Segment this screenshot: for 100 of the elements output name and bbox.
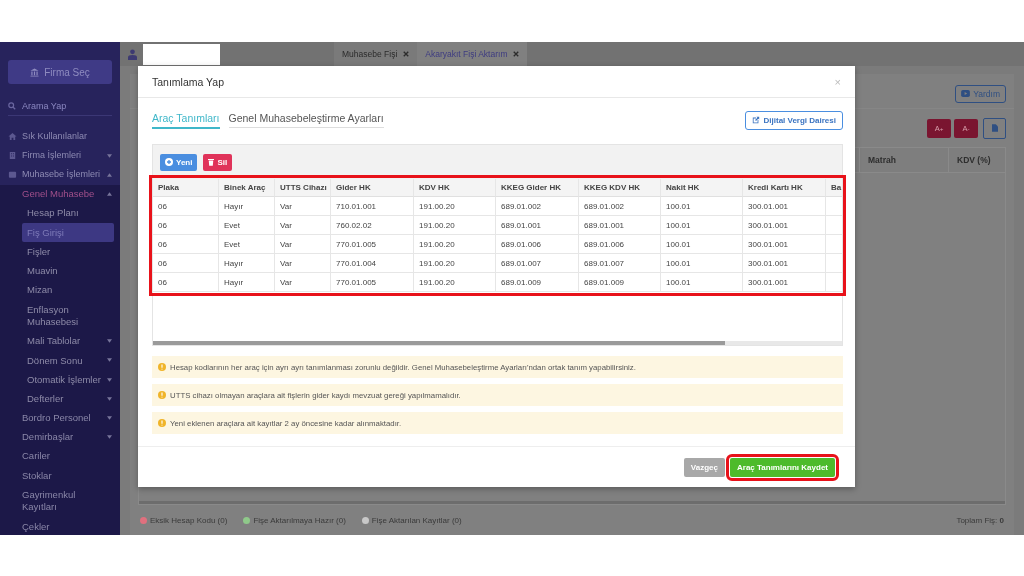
column-header: KDV HK (414, 179, 496, 197)
sidebar-item[interactable]: Bordro Personel (0, 408, 120, 428)
table-cell: Evet (219, 216, 275, 235)
info-icon (158, 419, 166, 427)
column-header: Plaka (153, 179, 219, 197)
table-cell: 100.01 (661, 254, 743, 273)
table-cell: 100.01 (661, 235, 743, 254)
table-cell: 06 (153, 197, 219, 216)
table-cell: Var (275, 254, 331, 273)
column-header: KKEG Gider HK (496, 179, 579, 197)
table-cell: 689.01.002 (579, 197, 661, 216)
sidebar-item[interactable]: Fişler (0, 242, 120, 262)
document-icon (991, 124, 998, 132)
total-count: Toplam Fiş: 0 (956, 515, 1004, 525)
column-header: KKEG KDV HK (579, 179, 661, 197)
sidebar-item[interactable]: Otomatik İşlemler (0, 370, 120, 390)
column-header: Matrah (859, 148, 948, 172)
table-cell: 689.01.009 (496, 273, 579, 292)
file-button[interactable] (983, 117, 1006, 139)
sidebar-item[interactable]: Mizan (0, 280, 120, 300)
search-field[interactable]: Arama Yap (22, 101, 102, 111)
folder-icon (8, 170, 17, 180)
table-cell: 100.01 (661, 197, 743, 216)
tax-office-button[interactable]: Dijital Vergi Dairesi (744, 110, 843, 130)
table-cell: 06 (153, 216, 219, 235)
table-cell: Hayır (219, 254, 275, 273)
table-cell: Var (275, 273, 331, 292)
sidebar-item[interactable]: Mali Tablolar (0, 331, 120, 351)
table-cell: 191.00.20 (414, 273, 496, 292)
firm-select-button[interactable]: Firma Seç (8, 60, 112, 84)
column-header: KDV (%) (948, 148, 1005, 172)
table-cell: 300.01.001 (743, 254, 826, 273)
close-icon[interactable] (403, 51, 410, 57)
sidebar-item[interactable]: Defterler (0, 389, 120, 409)
column-header: UTTS Cihazı (275, 179, 331, 197)
user-icon (128, 48, 137, 60)
table-cell: 689.01.002 (496, 197, 579, 216)
sidebar-item[interactable]: Demirbaşlar (0, 427, 120, 447)
plus-circle-icon (165, 158, 173, 166)
sidebar-item[interactable]: Çekler (0, 517, 120, 535)
tab[interactable]: Akaryakıt Fişi Aktarım (417, 42, 528, 66)
sidebar-item[interactable]: Sık Kullanılanlar (0, 127, 120, 147)
column-header: Binek Araç (219, 179, 275, 197)
sidebar-item[interactable]: Hesap Planı (0, 203, 120, 223)
table-cell: 689.01.006 (496, 235, 579, 254)
home-icon (8, 132, 17, 142)
table-cell: 06 (153, 273, 219, 292)
table-cell: Var (275, 197, 331, 216)
table-cell: 191.00.20 (414, 254, 496, 273)
table-cell: 191.00.20 (414, 197, 496, 216)
table-cell: Hayır (219, 273, 275, 292)
bank-icon (30, 67, 40, 77)
table-cell: 689.01.007 (579, 254, 661, 273)
new-button[interactable]: Yeni (160, 153, 198, 171)
table-cell: 191.00.20 (414, 235, 496, 254)
table-cell: 191.00.20 (414, 216, 496, 235)
video-icon (961, 90, 971, 97)
sidebar-item[interactable]: Muavin (0, 261, 120, 281)
column-header: Nakit HK (661, 179, 743, 197)
table-cell: 760.02.02 (331, 216, 414, 235)
table-cell: 689.01.007 (496, 254, 579, 273)
trash-icon (208, 158, 215, 166)
table-cell: 770.01.005 (331, 235, 414, 254)
table-cell: 770.01.004 (331, 254, 414, 273)
tab[interactable]: Genel Muhasebeleştirme Ayarları (228, 112, 384, 128)
table-cell: 06 (153, 235, 219, 254)
delete-button[interactable]: Sil (203, 153, 233, 171)
tab[interactable]: Muhasebe Fişi (334, 42, 418, 66)
table-cell: Var (275, 235, 331, 254)
sidebar-item[interactable]: Fiş Girişi (22, 222, 114, 243)
sidebar-item[interactable]: Dönem Sonu (0, 350, 120, 371)
close-icon[interactable] (513, 51, 520, 57)
external-link-icon (751, 116, 760, 124)
sidebar-item[interactable]: Cariler (0, 446, 120, 466)
table-cell: 710.01.001 (331, 197, 414, 216)
sidebar-item[interactable]: Genel Muhasebe (0, 184, 120, 204)
table-cell: Var (275, 216, 331, 235)
table-cell: 300.01.001 (743, 197, 826, 216)
table-cell: 300.01.001 (743, 273, 826, 292)
table-cell: 689.01.001 (496, 216, 579, 235)
sidebar-item[interactable]: Stoklar (0, 466, 120, 486)
info-icon (158, 363, 166, 371)
sidebar-item[interactable]: Firma İşlemleri (0, 146, 120, 166)
table-cell: 300.01.001 (743, 235, 826, 254)
column-header: Kredi Kartı HK (743, 179, 826, 197)
table-cell: 689.01.006 (579, 235, 661, 254)
sidebar-item[interactable]: Gayrimenkul Kayıtları (0, 485, 120, 518)
table-cell: Evet (219, 235, 275, 254)
dialog-title: Tanımlama Yap (152, 75, 225, 88)
info-icon (158, 391, 166, 399)
column-header: Ba (826, 179, 842, 197)
table-cell: 100.01 (661, 273, 743, 292)
table-cell: 06 (153, 254, 219, 273)
table-cell: 300.01.001 (743, 216, 826, 235)
search-icon (8, 102, 16, 110)
sidebar-item[interactable]: Muhasebe İşlemleri (0, 165, 120, 185)
table-cell: 770.01.005 (331, 273, 414, 292)
sidebar-item[interactable]: Enflasyon Muhasebesi (0, 299, 120, 332)
table-cell: Hayır (219, 197, 275, 216)
table-cell: 689.01.009 (579, 273, 661, 292)
